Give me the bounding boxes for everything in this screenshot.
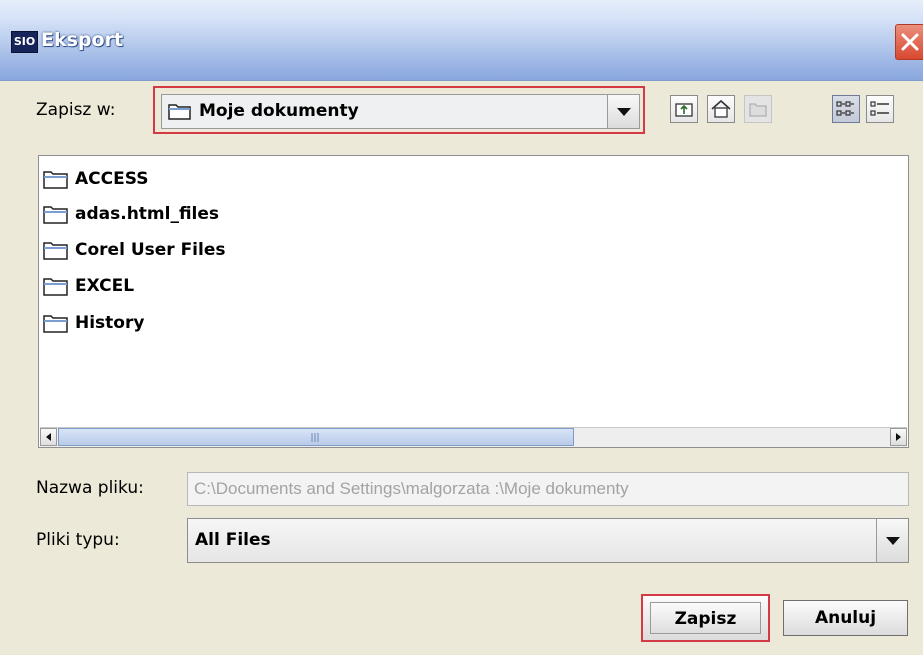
folder-icon (43, 315, 68, 333)
file-name: adas.html_files (75, 204, 220, 224)
folder-icon (43, 242, 68, 260)
file-name: History (75, 313, 145, 333)
folder-icon (43, 206, 68, 224)
close-button[interactable] (895, 24, 923, 60)
cancel-button[interactable]: Anuluj (783, 600, 908, 636)
horizontal-scrollbar[interactable] (40, 427, 907, 447)
list-item[interactable]: ACCESS (43, 166, 148, 192)
folder-icon (43, 278, 68, 296)
new-folder-icon (749, 103, 767, 117)
file-name-field[interactable]: C:\Documents and Settings\malgorzata :\M… (187, 472, 909, 506)
list-view-button[interactable] (832, 95, 860, 123)
title-bar: SIO Eksport (0, 0, 923, 81)
file-name-label: Nazwa pliku: (36, 478, 144, 498)
save-button[interactable]: Zapisz (641, 594, 770, 642)
look-in-combo[interactable]: Moje dokumenty (153, 86, 645, 134)
up-folder-icon (675, 103, 693, 117)
file-type-value: All Files (195, 530, 271, 550)
save-button-label: Zapisz (650, 602, 761, 634)
list-item[interactable]: History (43, 310, 144, 336)
look-in-label: Zapisz w: (36, 100, 116, 120)
list-view-icon (836, 101, 854, 116)
file-name: Corel User Files (75, 240, 226, 260)
arrow-right-icon (896, 433, 901, 441)
app-logo-icon: SIO (11, 31, 38, 53)
file-type-label: Pliki typu: (36, 530, 120, 550)
chevron-down-icon[interactable] (607, 95, 639, 128)
file-type-combo[interactable]: All Files (187, 518, 909, 563)
look-in-combo-box[interactable]: Moje dokumenty (161, 94, 640, 129)
file-name: EXCEL (75, 276, 135, 296)
list-item[interactable]: adas.html_files (43, 201, 219, 227)
grip-icon (311, 433, 319, 442)
folder-icon (43, 171, 68, 189)
file-list[interactable]: ACCESS adas.html_files Corel User Files … (38, 155, 909, 448)
home-icon (711, 99, 731, 118)
list-item[interactable]: EXCEL (43, 273, 134, 299)
home-button[interactable] (707, 95, 735, 123)
window-title: Eksport (41, 29, 124, 51)
file-name: ACCESS (75, 169, 149, 189)
scroll-right-button[interactable] (890, 428, 907, 446)
scrollbar-thumb[interactable] (58, 428, 574, 446)
scroll-left-button[interactable] (40, 428, 57, 446)
look-in-value: Moje dokumenty (199, 101, 359, 121)
close-icon (901, 33, 919, 51)
list-item[interactable]: Corel User Files (43, 237, 226, 263)
arrow-left-icon (46, 433, 51, 441)
folder-icon (168, 102, 192, 125)
details-view-button[interactable] (866, 95, 894, 123)
details-view-icon (870, 101, 889, 116)
chevron-down-icon[interactable] (876, 519, 908, 562)
new-folder-button (744, 95, 772, 123)
up-folder-button[interactable] (670, 95, 698, 123)
